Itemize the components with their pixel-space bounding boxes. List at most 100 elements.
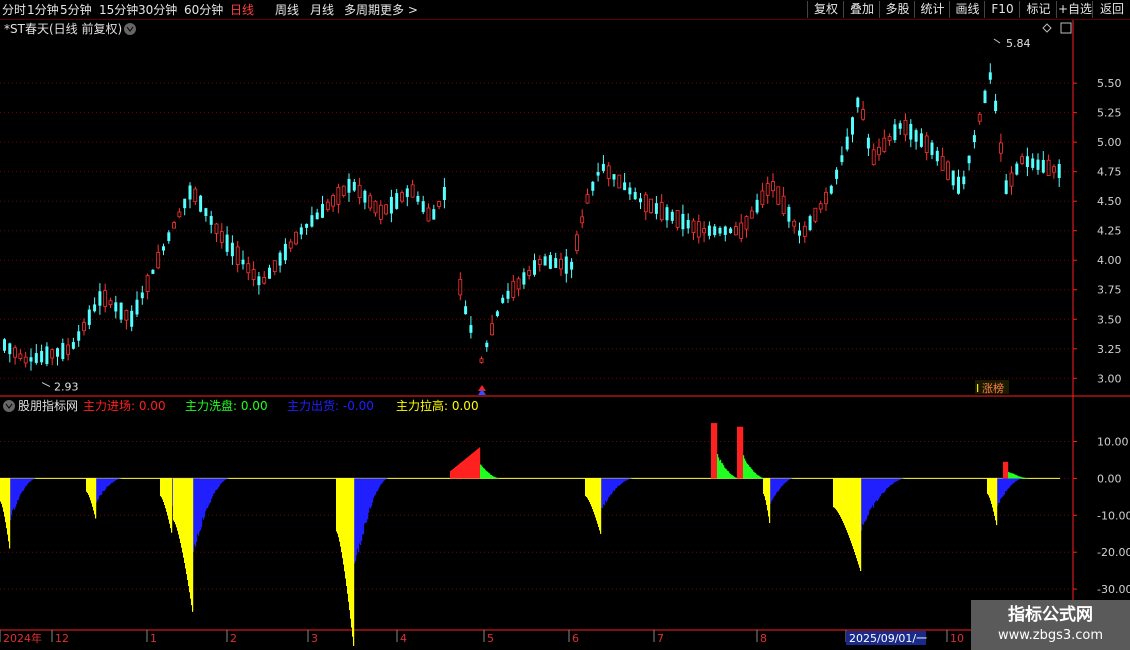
candle-body bbox=[654, 203, 658, 214]
candle-body bbox=[1057, 164, 1061, 178]
candle-body bbox=[464, 306, 468, 315]
candle-body bbox=[188, 185, 192, 200]
candle-body bbox=[537, 259, 542, 265]
candle-body bbox=[893, 124, 897, 141]
indicator-legend-1: 主力洗盘: 0.00 bbox=[185, 398, 268, 413]
candle-body bbox=[305, 223, 309, 228]
toolbar-action-0[interactable]: 复权 bbox=[807, 1, 844, 18]
toolbar-action-1[interactable]: 叠加 bbox=[843, 1, 880, 18]
period-tab-8[interactable]: 月线 bbox=[310, 2, 334, 18]
toolbar-action-7[interactable]: +自选 bbox=[1056, 1, 1093, 18]
candle-body bbox=[914, 130, 918, 142]
period-tab-7[interactable]: 周线 bbox=[275, 2, 299, 18]
candle-body bbox=[230, 242, 234, 257]
price-tick-label: 3.00 bbox=[1097, 372, 1122, 385]
period-tab-5[interactable]: 60分钟 bbox=[184, 2, 223, 18]
candle-body bbox=[548, 255, 552, 269]
candle-body bbox=[98, 291, 102, 306]
candle-body bbox=[235, 246, 240, 265]
indicator-dropdown-icon[interactable] bbox=[3, 400, 15, 412]
period-tab-4[interactable]: 30分钟 bbox=[138, 2, 177, 18]
candle-body bbox=[930, 142, 934, 155]
candle-body bbox=[347, 178, 351, 193]
candle-body bbox=[829, 185, 833, 194]
candle-body bbox=[559, 258, 563, 270]
candle-body bbox=[696, 221, 701, 238]
period-tab-1[interactable]: 1分钟 bbox=[27, 2, 59, 18]
period-tab-3[interactable]: 15分钟 bbox=[99, 2, 138, 18]
candle-body bbox=[400, 192, 404, 202]
candle-body bbox=[713, 226, 717, 236]
candle-body bbox=[639, 198, 642, 203]
candle-body bbox=[272, 260, 277, 272]
toolbar-action-2[interactable]: 多股 bbox=[879, 1, 915, 18]
time-label: 1 bbox=[150, 632, 157, 645]
candle-body bbox=[93, 304, 97, 312]
candle-body bbox=[437, 201, 442, 207]
candle-body bbox=[935, 150, 939, 162]
toolbar-action-3[interactable]: 统计 bbox=[914, 1, 950, 18]
candle-body bbox=[787, 206, 791, 222]
candle-body bbox=[940, 155, 945, 171]
candle-body bbox=[882, 137, 887, 152]
candle-body bbox=[835, 169, 839, 179]
time-label: 5 bbox=[487, 632, 494, 645]
candle-body bbox=[670, 211, 674, 221]
candle-body bbox=[924, 135, 929, 154]
candle-body bbox=[479, 358, 484, 363]
pull-bar bbox=[192, 478, 194, 612]
period-tab-6[interactable]: 日线 bbox=[230, 2, 254, 18]
candle-body bbox=[977, 113, 982, 122]
indicator-tick-label: -10.00 bbox=[1097, 509, 1130, 522]
panel-toggle-icon[interactable] bbox=[1060, 22, 1072, 34]
low-label: 2.93 bbox=[54, 381, 79, 394]
price-tick-label: 3.50 bbox=[1097, 313, 1122, 326]
title-dropdown-icon[interactable] bbox=[124, 23, 136, 35]
candle-body bbox=[781, 195, 786, 215]
price-tick-label: 4.50 bbox=[1097, 195, 1122, 208]
candle-body bbox=[707, 225, 711, 236]
candle-body bbox=[294, 231, 298, 245]
candle-body bbox=[1009, 172, 1014, 187]
candle-body bbox=[485, 342, 489, 348]
candle-body bbox=[357, 184, 362, 199]
candle-body bbox=[628, 187, 632, 195]
candle-body bbox=[988, 72, 992, 80]
toolbar-action-6[interactable]: 标记 bbox=[1019, 1, 1057, 18]
time-label: 12 bbox=[55, 632, 69, 645]
chart-title: *ST春天(日线 前复权) bbox=[4, 21, 122, 36]
candle-body bbox=[71, 342, 75, 349]
toolbar-action-8[interactable]: 返回 bbox=[1092, 1, 1130, 18]
low-marker-line bbox=[41, 382, 51, 388]
pull-bar bbox=[171, 478, 173, 533]
period-tab-0[interactable]: 分时 bbox=[2, 2, 26, 18]
candle-body bbox=[776, 186, 781, 205]
candle-body bbox=[410, 184, 415, 198]
candle-body bbox=[288, 241, 293, 249]
toolbar-action-5[interactable]: F10 bbox=[984, 1, 1020, 18]
time-label: 3 bbox=[311, 632, 318, 645]
candle-body bbox=[321, 203, 324, 218]
indicator-tick-label: 10.00 bbox=[1097, 436, 1129, 449]
diamond-icon[interactable] bbox=[1042, 23, 1052, 33]
toolbar-action-4[interactable]: 画线 bbox=[949, 1, 985, 18]
candle-body bbox=[368, 195, 373, 209]
candle-body bbox=[61, 343, 65, 360]
candle-body bbox=[612, 174, 616, 180]
pull-bar bbox=[860, 478, 862, 572]
period-tab-10[interactable]: 更多 > bbox=[380, 2, 418, 18]
candle-body bbox=[866, 137, 870, 149]
candle-body bbox=[946, 161, 950, 180]
period-tab-9[interactable]: 多周期 bbox=[344, 2, 380, 18]
period-tab-2[interactable]: 5分钟 bbox=[60, 2, 92, 18]
price-tick-label: 4.00 bbox=[1097, 254, 1122, 267]
candle-body bbox=[887, 136, 892, 141]
candle-body bbox=[241, 259, 245, 265]
candle-body bbox=[1046, 159, 1051, 176]
candle-body bbox=[490, 323, 495, 336]
pull-bar bbox=[9, 478, 11, 549]
candle-body bbox=[686, 219, 690, 229]
candle-body bbox=[373, 200, 378, 214]
candle-body bbox=[659, 202, 664, 221]
candle-body bbox=[442, 186, 446, 201]
